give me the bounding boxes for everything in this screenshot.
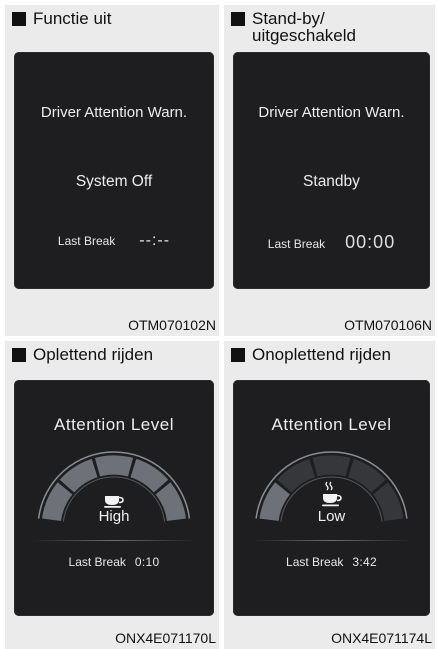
system-state: Standby bbox=[303, 173, 360, 190]
last-break-label: Last Break bbox=[286, 555, 344, 569]
caption: Onoplettend rijden bbox=[231, 346, 391, 363]
caption: Functie uit bbox=[12, 10, 111, 27]
cluster-display: Attention Level Low Last Break 3:42 bbox=[233, 380, 430, 616]
figure-code: ONX4E071170L bbox=[115, 630, 216, 646]
square-bullet-icon bbox=[12, 12, 26, 26]
caption-text: Oplettend rijden bbox=[33, 345, 154, 364]
last-break-value: 3:42 bbox=[352, 555, 377, 569]
caption-text: Onoplettend rijden bbox=[252, 345, 391, 364]
divider bbox=[32, 540, 196, 541]
caption: Oplettend rijden bbox=[12, 346, 153, 363]
last-break-row: Last Break 00:00 bbox=[233, 232, 430, 253]
system-state: System Off bbox=[75, 173, 153, 190]
square-bullet-icon bbox=[231, 348, 245, 362]
last-break-row: Last Break --:-- bbox=[14, 232, 214, 250]
square-bullet-icon bbox=[231, 12, 245, 26]
hot-coffee-cup-icon bbox=[321, 481, 342, 507]
last-break-label: Last Break bbox=[267, 237, 326, 251]
caption-text: Stand-by/ uitgeschakeld bbox=[252, 9, 356, 45]
attention-level-value: Low bbox=[317, 508, 346, 525]
panel-inattentive-driving: Onoplettend rijden Attention Level Low L… bbox=[224, 341, 435, 649]
panel-function-off: Functie uit Driver Attention Warn. Syste… bbox=[5, 5, 219, 336]
gauge-segment bbox=[311, 454, 352, 478]
display-title: Driver Attention Warn. bbox=[40, 104, 188, 121]
cluster-display: Driver Attention Warn. System Off Last B… bbox=[14, 52, 214, 289]
panel-standby: Stand-by/ uitgeschakeld Driver Attention… bbox=[224, 5, 435, 336]
square-bullet-icon bbox=[12, 348, 26, 362]
caption-text: Functie uit bbox=[33, 9, 112, 28]
last-break-label: Last Break bbox=[68, 555, 126, 569]
cluster-display: Attention Level High Last Break 0:10 bbox=[14, 380, 214, 616]
display-title: Driver Attention Warn. bbox=[258, 104, 405, 121]
figure-code: OTM070106N bbox=[344, 317, 432, 333]
coffee-cup-icon bbox=[104, 496, 124, 508]
panel-attentive-driving: Oplettend rijden Attention Level High La… bbox=[5, 341, 219, 649]
last-break-row: Last Break 3:42 bbox=[233, 555, 430, 569]
last-break-row: Last Break 0:10 bbox=[14, 555, 214, 569]
last-break-value: 0:10 bbox=[134, 555, 160, 569]
divider bbox=[251, 540, 412, 541]
figure-code: ONX4E071174L bbox=[331, 630, 432, 646]
last-break-value: --:-- bbox=[139, 232, 171, 249]
last-break-label: Last Break bbox=[57, 234, 116, 248]
caption: Stand-by/ uitgeschakeld bbox=[231, 10, 356, 44]
attention-level-value: High bbox=[98, 508, 130, 525]
gauge-segment bbox=[93, 454, 135, 478]
last-break-value: 00:00 bbox=[345, 232, 396, 252]
cluster-display: Driver Attention Warn. Standby Last Brea… bbox=[233, 52, 430, 289]
figure-code: OTM070102N bbox=[128, 317, 216, 333]
